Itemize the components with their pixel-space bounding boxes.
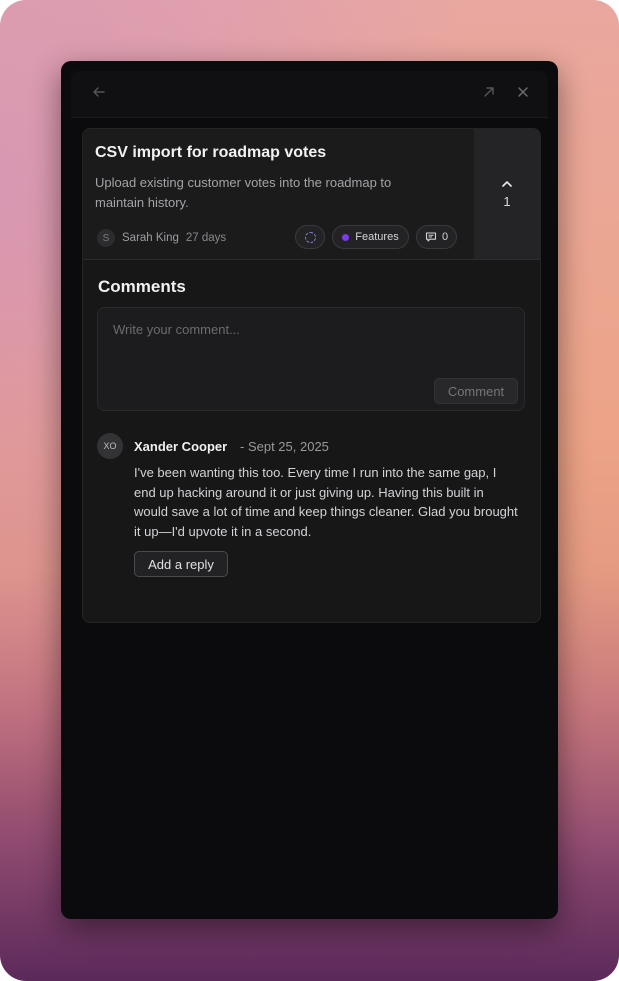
avatar: XO: [97, 433, 123, 459]
upvote-button[interactable]: 1: [474, 129, 540, 259]
status-ring-icon: [304, 231, 316, 243]
submit-comment-button[interactable]: Comment: [434, 378, 518, 404]
arrow-up-right-icon[interactable]: [480, 85, 498, 103]
close-icon[interactable]: [514, 85, 532, 103]
commenter-name: Xander Cooper: [134, 439, 228, 454]
author-avatar: S: [97, 229, 115, 247]
vote-count: 1: [503, 193, 511, 209]
comment-body: I've been wanting this too. Every time I…: [134, 465, 518, 539]
status-button[interactable]: [295, 225, 325, 249]
comment-input[interactable]: Write your comment... Comment: [97, 307, 525, 411]
chevron-up-icon: [502, 180, 512, 187]
arrow-left-icon[interactable]: [90, 85, 108, 103]
post-summary: CSV import for roadmap votes Upload exis…: [83, 129, 474, 259]
post-card: CSV import for roadmap votes Upload exis…: [82, 128, 541, 623]
add-reply-button[interactable]: Add a reply: [134, 551, 228, 577]
comment-count: 0: [441, 231, 449, 243]
category-label: Features: [355, 231, 399, 243]
comment-icon: [425, 232, 436, 242]
panel-toolbar: [71, 71, 548, 118]
category-dot-icon: [342, 233, 350, 241]
comment-count-button[interactable]: 0: [416, 225, 457, 249]
post-description: Upload existing customer votes into the …: [95, 175, 392, 210]
feedback-panel: CSV import for roadmap votes Upload exis…: [61, 61, 558, 919]
comment-placeholder: Write your comment...: [113, 322, 240, 337]
divider: [83, 259, 540, 260]
post-title: CSV import for roadmap votes: [95, 144, 327, 161]
author-name: Sarah King: [122, 232, 179, 244]
category-tag[interactable]: Features: [332, 225, 409, 249]
comments-heading: Comments: [98, 277, 186, 296]
post-age: 27 days: [185, 232, 227, 244]
desktop-background: CSV import for roadmap votes Upload exis…: [0, 0, 619, 981]
post-author: S Sarah King 27 days: [97, 228, 226, 248]
comment-date: - Sept 25, 2025: [240, 439, 329, 454]
